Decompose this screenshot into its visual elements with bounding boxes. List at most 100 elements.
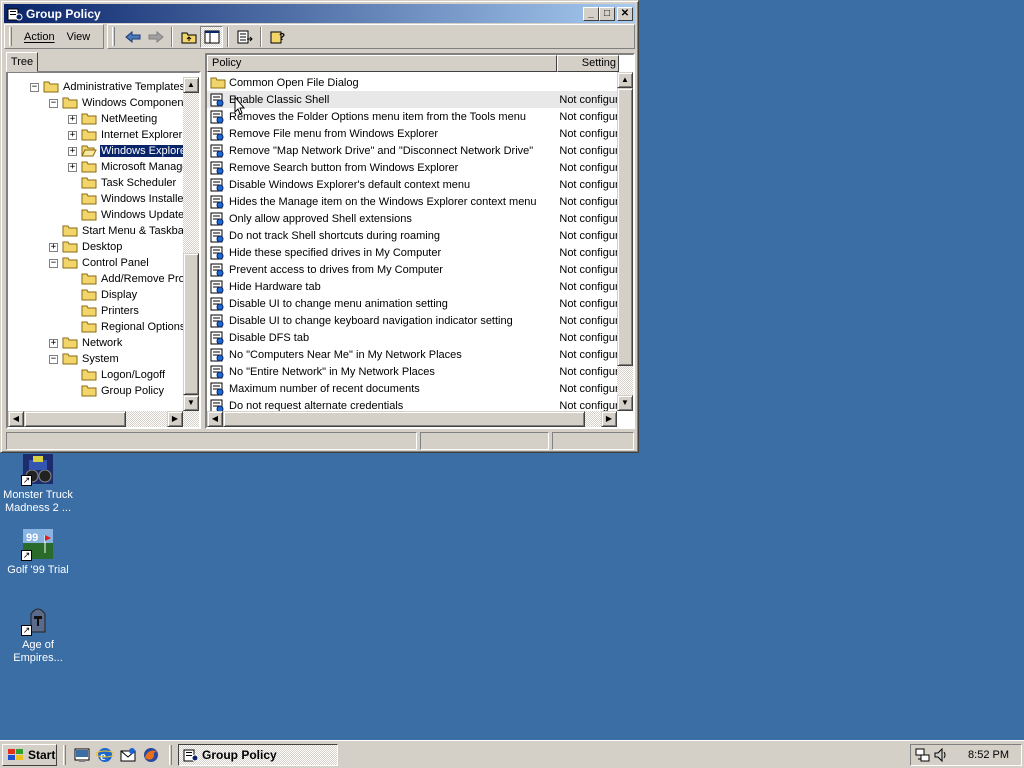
- tree-horizontal-scrollbar[interactable]: ◀ ▶: [8, 411, 199, 427]
- tree-item[interactable]: + NetMeeting: [68, 111, 158, 127]
- policy-list-item[interactable]: Disable UI to change menu animation sett…: [207, 295, 617, 312]
- policy-list-item[interactable]: No "Entire Network" in My Network Places…: [207, 363, 617, 380]
- scroll-left-button[interactable]: ◀: [207, 411, 223, 427]
- tree-item[interactable]: Regional Options: [68, 319, 186, 335]
- scroll-down-button[interactable]: ▼: [183, 395, 199, 411]
- title-bar[interactable]: Group Policy _ □ ✕: [4, 4, 635, 23]
- policy-list-item[interactable]: Maximum number of recent documents Not co…: [207, 380, 617, 397]
- tree-expander-icon[interactable]: +: [49, 242, 58, 252]
- tree-item[interactable]: Start Menu & Taskbar: [49, 223, 189, 239]
- tree-expander-icon[interactable]: +: [68, 162, 77, 172]
- policy-list-item[interactable]: Hide these specified drives in My Comput…: [207, 244, 617, 261]
- taskbar-button-group-policy[interactable]: Group Policy: [178, 744, 338, 766]
- tree-item[interactable]: +Microsoft Management Console: [68, 159, 199, 175]
- scroll-up-button[interactable]: ▲: [617, 72, 633, 88]
- desktop-icon-golf-99[interactable]: 99 ↗ Golf '99 Trial: [0, 527, 76, 577]
- policy-name: Hide Hardware tab: [229, 280, 321, 293]
- policy-list-item[interactable]: Disable DFS tab Not configured: [207, 329, 617, 346]
- export-list-button[interactable]: [233, 26, 256, 48]
- tree-expander-icon[interactable]: +: [49, 338, 58, 348]
- policy-list-item[interactable]: Only allow approved Shell extensions Not …: [207, 210, 617, 227]
- policy-list-item[interactable]: Remove File menu from Windows Explorer No…: [207, 125, 617, 142]
- tab-tree[interactable]: Tree: [6, 52, 38, 72]
- tree-expander-icon[interactable]: −: [30, 82, 39, 92]
- minimize-button[interactable]: _: [583, 6, 599, 21]
- tree-expander-icon[interactable]: +: [68, 114, 77, 124]
- status-bar-segment: [6, 432, 417, 450]
- forward-button[interactable]: [144, 26, 167, 48]
- tree-item[interactable]: Printers: [68, 303, 140, 319]
- tree-item[interactable]: Display: [68, 287, 138, 303]
- desktop-icon-monster-truck[interactable]: ↗ Monster Truck Madness 2 ...: [0, 452, 76, 515]
- menu-action[interactable]: Action: [18, 29, 61, 45]
- taskbar-grip[interactable]: [169, 745, 172, 765]
- policy-list-item[interactable]: Enable Classic Shell Not configured: [207, 91, 617, 108]
- tree-item[interactable]: Add/Remove Programs: [68, 271, 199, 287]
- scroll-up-button[interactable]: ▲: [183, 77, 199, 93]
- column-header-policy[interactable]: Policy: [207, 55, 557, 72]
- close-button[interactable]: ✕: [617, 6, 633, 21]
- policy-list-item[interactable]: Disable Windows Explorer's default conte…: [207, 176, 617, 193]
- list-item-folder[interactable]: Common Open File Dialog: [207, 74, 617, 91]
- tree-item[interactable]: Group Policy: [68, 383, 165, 399]
- tree-item[interactable]: − Administrative Templates: [30, 79, 186, 95]
- scroll-thumb[interactable]: [617, 88, 633, 366]
- tree-item[interactable]: Windows Update: [68, 207, 185, 223]
- scroll-thumb[interactable]: [223, 411, 585, 427]
- tree-item[interactable]: + Network: [49, 335, 123, 351]
- back-button[interactable]: [121, 26, 144, 48]
- scroll-down-button[interactable]: ▼: [617, 395, 633, 411]
- tree-item[interactable]: + Internet Explorer: [68, 127, 183, 143]
- policy-list-item[interactable]: Removes the Folder Options menu item fro…: [207, 108, 617, 125]
- policy-list-item[interactable]: Prevent access to drives from My Compute…: [207, 261, 617, 278]
- tree-expander-icon[interactable]: +: [68, 130, 77, 140]
- desktop-icon-age-of-empires[interactable]: ↗ Age of Empires...: [0, 602, 76, 665]
- clock[interactable]: 8:52 PM: [968, 749, 1009, 761]
- policy-list-item[interactable]: Hides the Manage item on the Windows Exp…: [207, 193, 617, 210]
- tree-vertical-scrollbar[interactable]: ▲ ▼: [183, 77, 199, 411]
- policy-list-item[interactable]: Remove "Map Network Drive" and "Disconne…: [207, 142, 617, 159]
- scroll-left-button[interactable]: ◀: [8, 411, 24, 427]
- tree-item[interactable]: − Windows Components: [49, 95, 193, 111]
- policy-list-item[interactable]: No "Computers Near Me" in My Network Pla…: [207, 346, 617, 363]
- tree-item[interactable]: Windows Installer: [68, 191, 188, 207]
- group-policy-app-icon[interactable]: [7, 6, 23, 22]
- policy-list-item[interactable]: Hide Hardware tab Not configured: [207, 278, 617, 295]
- list-horizontal-scrollbar[interactable]: ◀ ▶: [207, 411, 617, 427]
- tree-item[interactable]: − Control Panel: [49, 255, 150, 271]
- policy-list-item[interactable]: Do not track Shell shortcuts during roam…: [207, 227, 617, 244]
- tree-item[interactable]: Task Scheduler: [68, 175, 177, 191]
- help-button[interactable]: ?: [266, 26, 289, 48]
- scroll-thumb[interactable]: [183, 253, 199, 395]
- menu-view[interactable]: View: [61, 29, 97, 45]
- scroll-right-button[interactable]: ▶: [601, 411, 617, 427]
- show-desktop-icon[interactable]: [73, 746, 91, 764]
- scroll-thumb[interactable]: [24, 411, 126, 427]
- network-icon[interactable]: [915, 747, 931, 766]
- tree-item[interactable]: Logon/Logoff: [68, 367, 166, 383]
- up-one-level-button[interactable]: [177, 26, 200, 48]
- internet-explorer-icon[interactable]: e: [95, 746, 115, 764]
- tree-expander-icon[interactable]: +: [68, 146, 77, 156]
- tree-expander-icon[interactable]: −: [49, 258, 58, 268]
- tree-expander-icon[interactable]: −: [49, 98, 58, 108]
- folder-icon: [81, 209, 97, 221]
- tree-item[interactable]: − System: [49, 351, 120, 367]
- scroll-right-button[interactable]: ▶: [167, 411, 183, 427]
- volume-icon[interactable]: [933, 747, 949, 766]
- list-vertical-scrollbar[interactable]: ▲ ▼: [617, 72, 633, 411]
- policy-list-item[interactable]: Remove Search button from Windows Explor…: [207, 159, 617, 176]
- show-hide-tree-button[interactable]: [200, 25, 223, 48]
- start-button[interactable]: Start: [2, 744, 57, 766]
- menubar-grip[interactable]: [9, 27, 12, 46]
- maximize-button[interactable]: □: [599, 6, 615, 21]
- toolbar-grip[interactable]: [112, 27, 115, 46]
- outlook-express-icon[interactable]: [119, 746, 137, 764]
- tree-item[interactable]: + Windows Explorer: [68, 143, 192, 159]
- tree-expander-icon[interactable]: −: [49, 354, 58, 364]
- taskbar-grip[interactable]: [63, 745, 66, 765]
- policy-list-item[interactable]: Disable UI to change keyboard navigation…: [207, 312, 617, 329]
- firefox-icon[interactable]: [142, 746, 160, 764]
- tree-item[interactable]: + Desktop: [49, 239, 123, 255]
- column-header-setting[interactable]: Setting: [557, 55, 619, 72]
